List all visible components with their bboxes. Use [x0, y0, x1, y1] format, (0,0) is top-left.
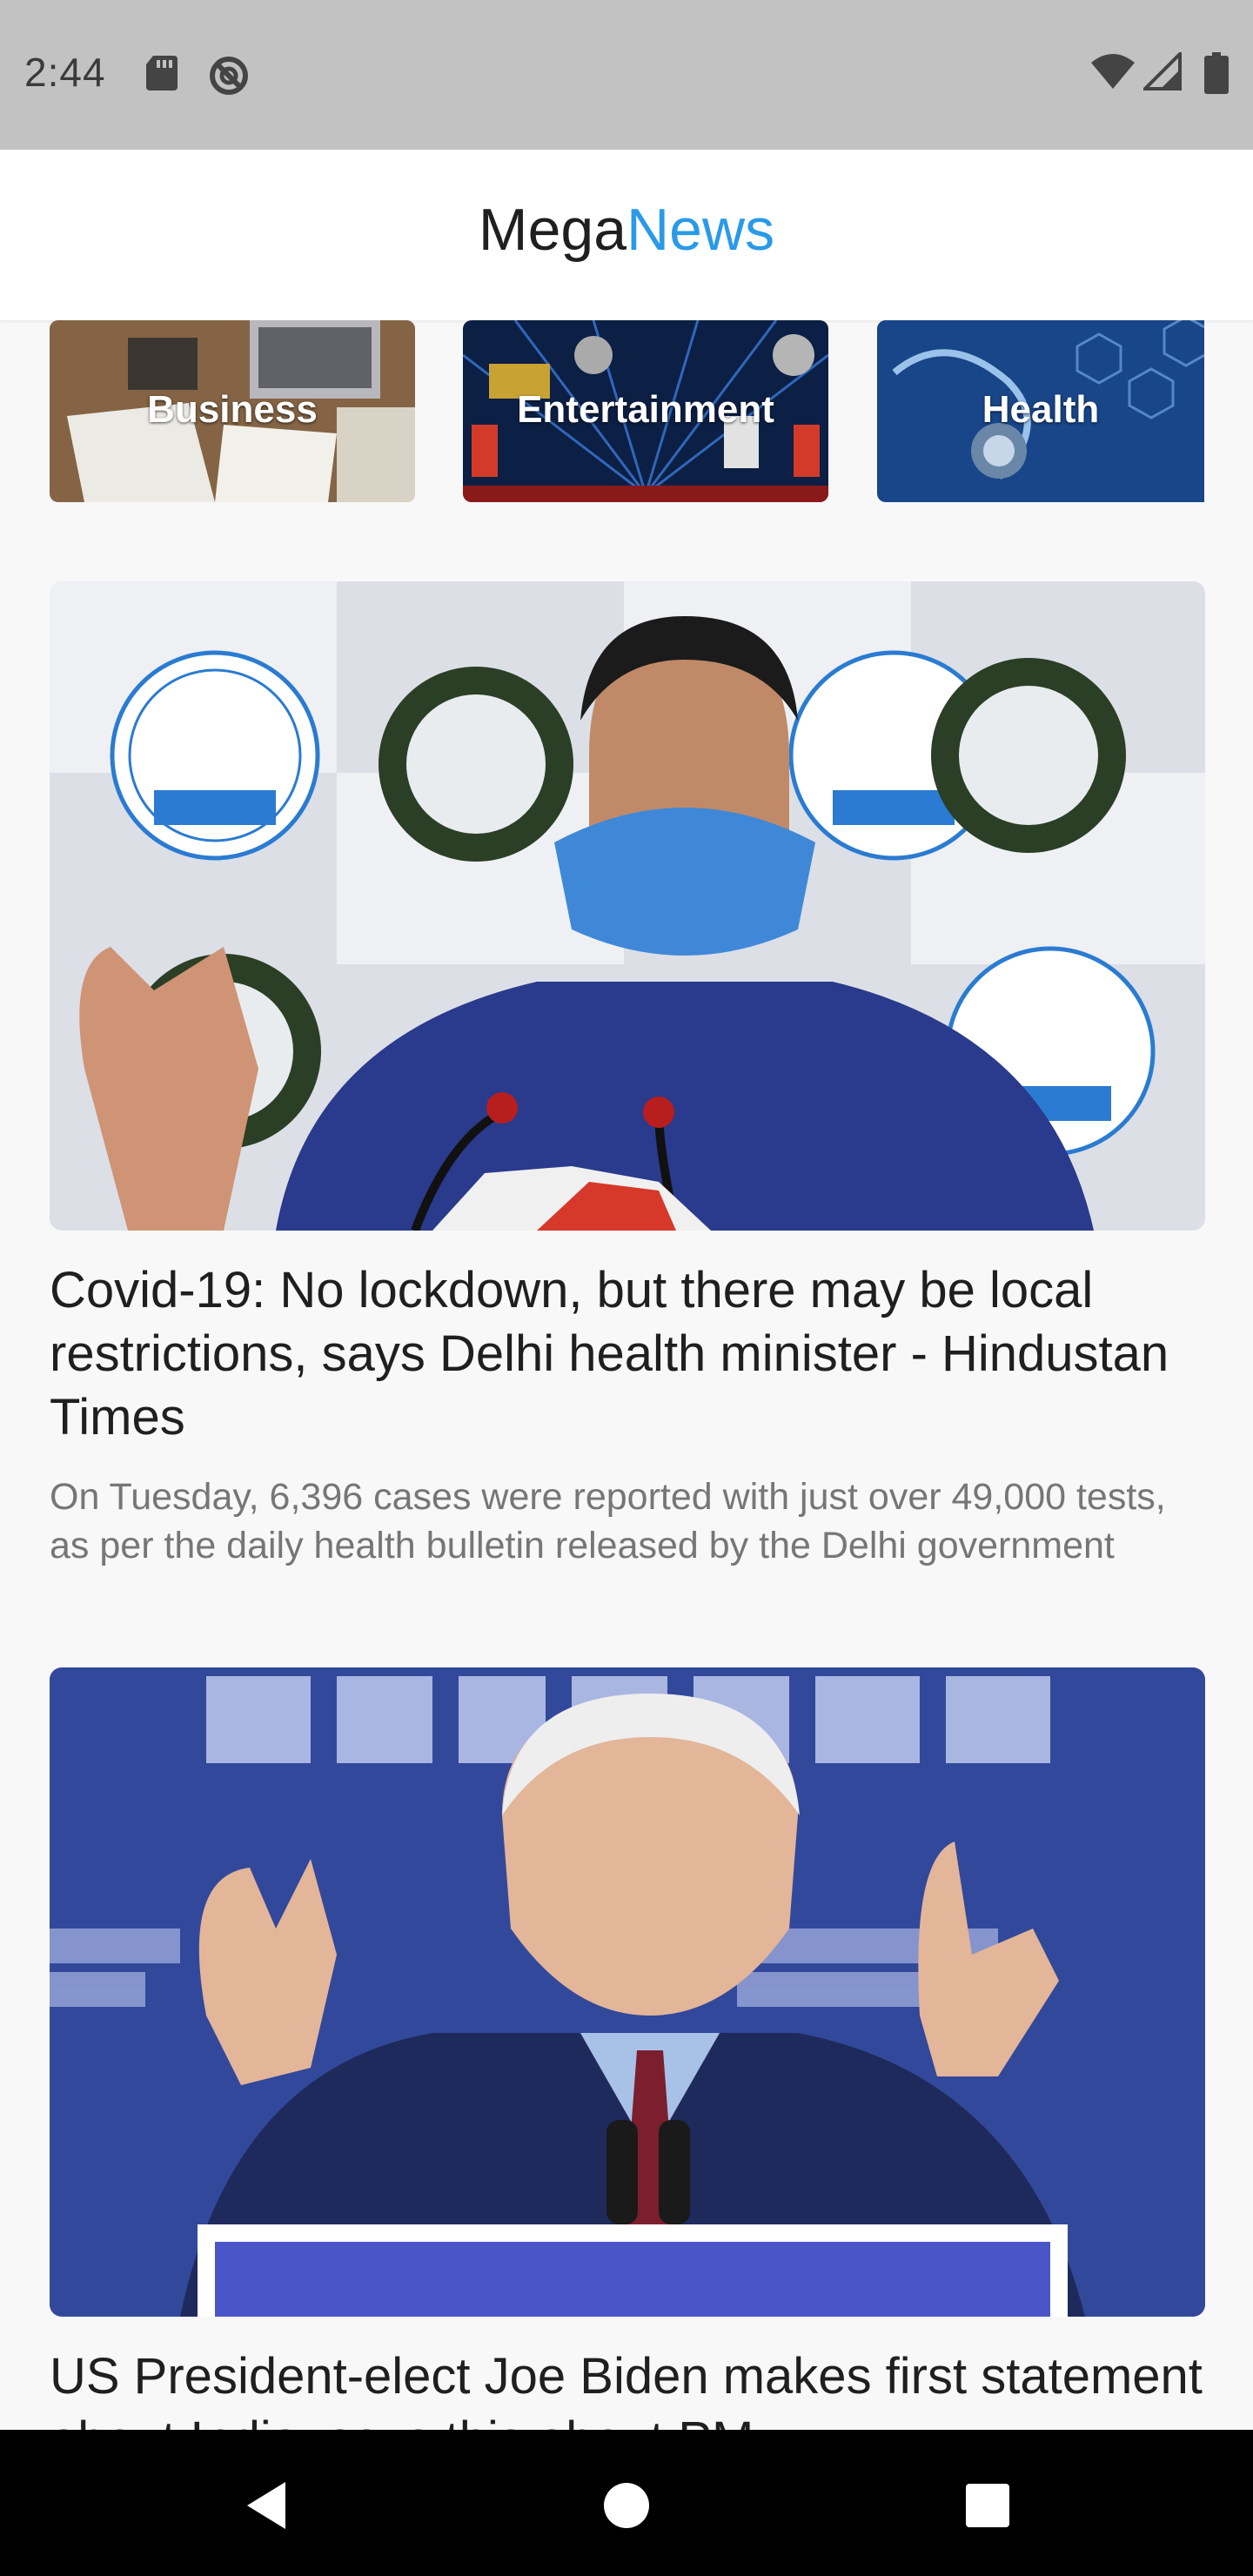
news-article[interactable]: Covid-19: No lockdown, but there may be … [50, 581, 1205, 1626]
app-title-accent: News [626, 197, 775, 263]
article-title[interactable]: Covid-19: No lockdown, but there may be … [50, 1258, 1205, 1449]
status-time: 2:44 [24, 50, 106, 95]
category-entertainment[interactable]: Entertainment [463, 320, 828, 502]
category-list[interactable]: Business Entertainment Health [0, 320, 1253, 503]
do-not-disturb-icon [207, 54, 251, 102]
recents-icon[interactable] [948, 2466, 1027, 2545]
app-title: MegaNews [0, 200, 1253, 259]
wifi-icon [1089, 52, 1136, 95]
cell-signal-icon [1141, 50, 1182, 95]
category-health[interactable]: Health [877, 320, 1204, 502]
home-icon[interactable] [587, 2466, 666, 2545]
status-bar: 2:44 [0, 0, 1253, 150]
article-title[interactable]: US President-elect Joe Biden makes first… [50, 2345, 1205, 2430]
category-business[interactable]: Business [50, 320, 415, 502]
article-image[interactable] [50, 581, 1205, 1231]
article-description: On Tuesday, 6,396 cases were reported wi… [50, 1476, 1166, 1566]
sd-card-icon [144, 54, 179, 97]
app-screen: 2:44 MegaNews Business Entertainment Hea… [0, 0, 1253, 2576]
aap-press-conference-photo [50, 581, 1205, 1231]
article-image[interactable] [50, 1667, 1205, 2317]
biden-speech-photo [50, 1667, 1205, 2317]
app-title-main: Mega [478, 197, 627, 263]
system-navigation-bar [0, 2430, 1253, 2576]
category-label: Business [147, 388, 318, 431]
news-article[interactable]: US President-elect Joe Biden makes first… [50, 1667, 1205, 2430]
app-bar: MegaNews [0, 150, 1253, 320]
back-icon[interactable] [228, 2466, 306, 2545]
category-label: Entertainment [517, 388, 774, 431]
battery-icon [1204, 52, 1229, 98]
category-label: Health [982, 388, 1100, 431]
